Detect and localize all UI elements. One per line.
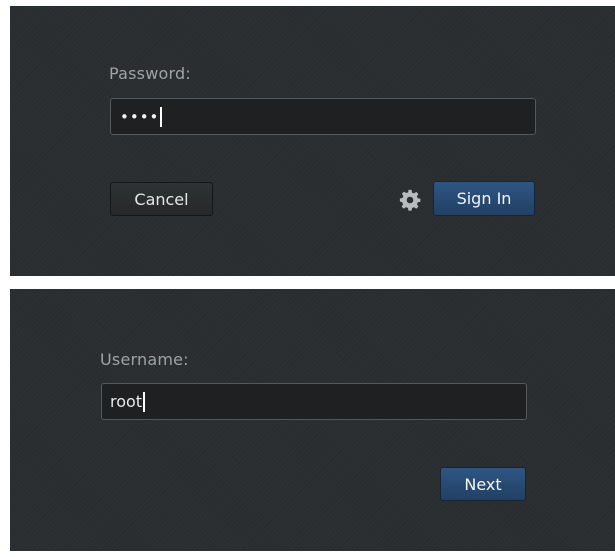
username-label: Username: xyxy=(100,350,189,369)
text-cursor xyxy=(160,106,163,127)
username-prompt-panel: Username: root Next xyxy=(10,289,615,551)
password-field[interactable]: •••• xyxy=(110,98,536,135)
sign-in-button-label: Sign In xyxy=(456,189,512,208)
username-field[interactable]: root xyxy=(101,383,527,420)
username-value: root xyxy=(110,392,143,411)
password-masked-value: •••• xyxy=(120,107,160,126)
gear-icon[interactable] xyxy=(399,189,421,211)
password-prompt-panel: Password: •••• Cancel Sign In xyxy=(10,6,615,276)
cancel-button-label: Cancel xyxy=(134,189,189,209)
next-button[interactable]: Next xyxy=(440,467,526,501)
next-button-label: Next xyxy=(464,474,502,494)
sign-in-button[interactable]: Sign In xyxy=(433,181,535,216)
cancel-button[interactable]: Cancel xyxy=(110,182,213,216)
text-cursor xyxy=(143,391,146,412)
password-label: Password: xyxy=(109,64,191,83)
